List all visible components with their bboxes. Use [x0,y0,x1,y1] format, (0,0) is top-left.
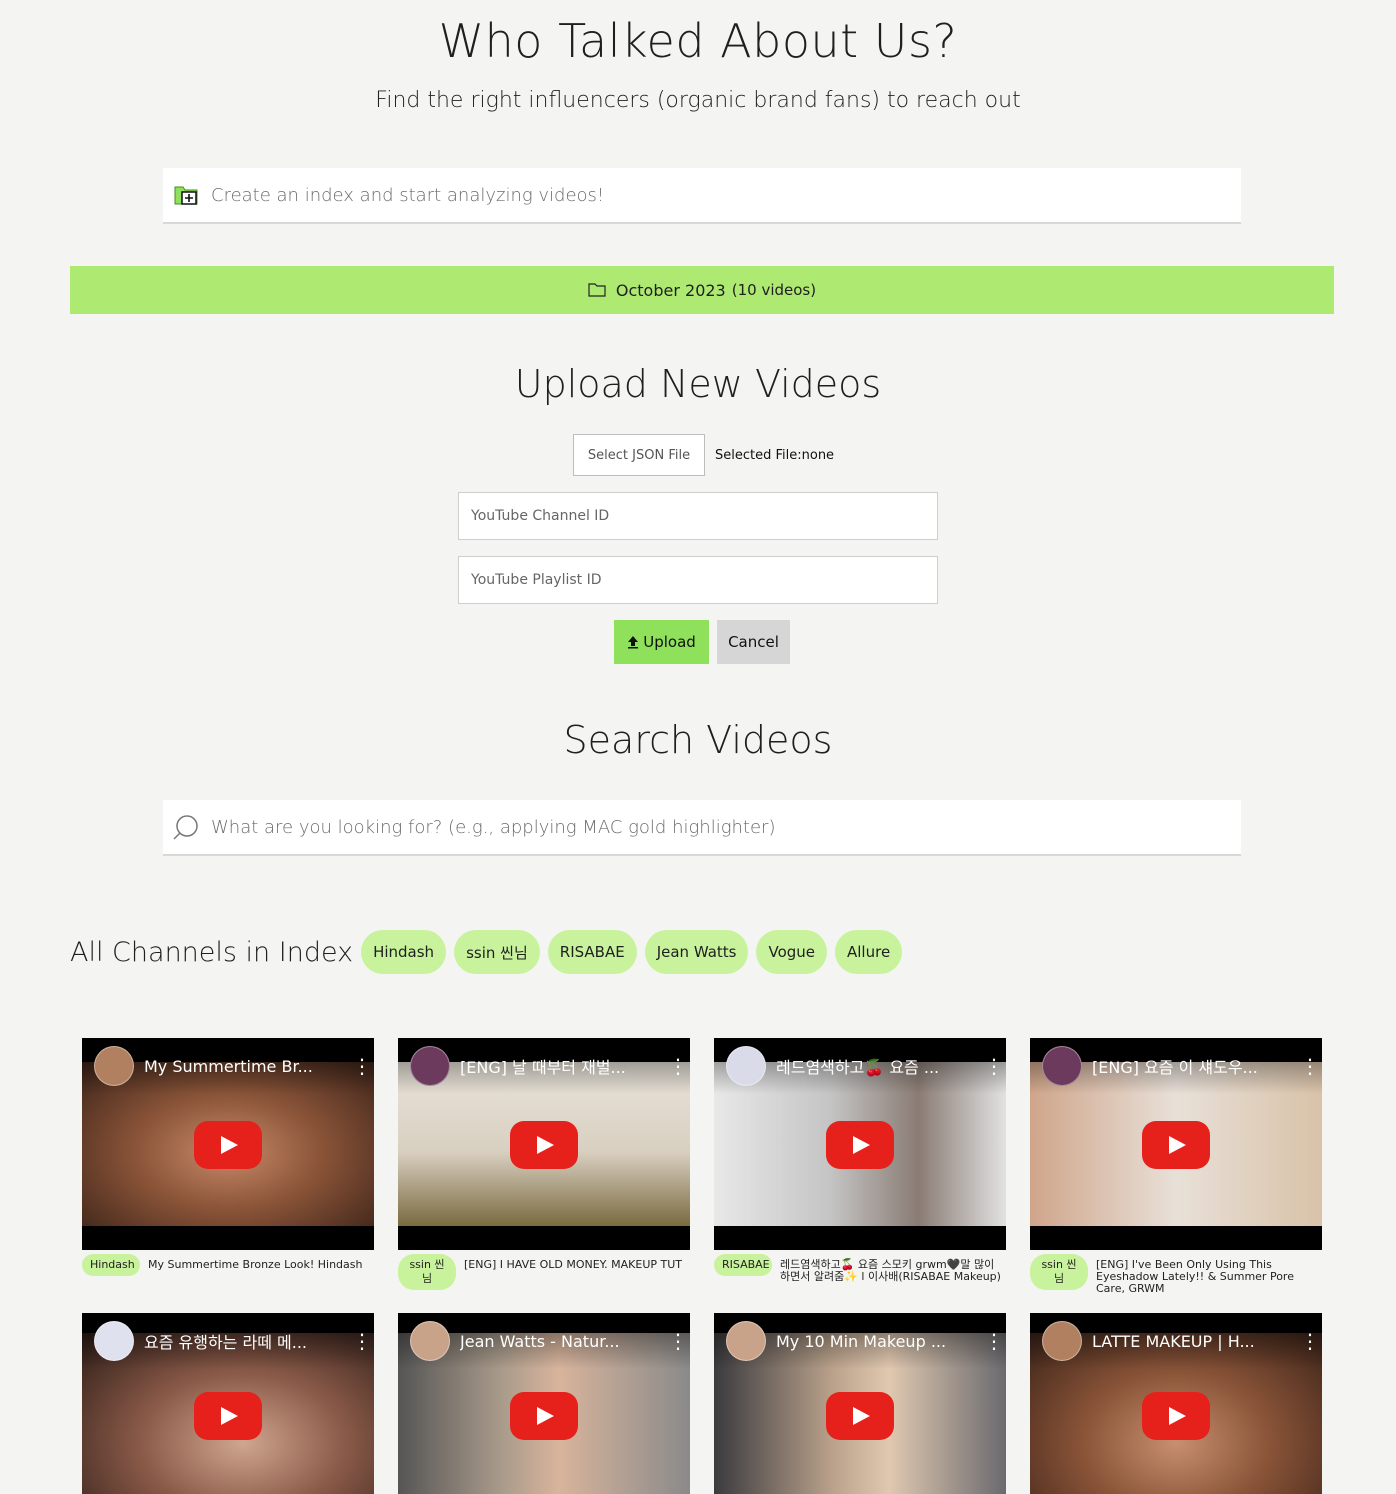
channel-avatar [726,1046,766,1086]
channel-avatar [94,1321,134,1361]
channel-avatar [410,1046,450,1086]
video-title: [ENG] 날 때부터 재벌... [460,1058,626,1077]
play-button-icon[interactable] [194,1121,262,1169]
video-player[interactable]: 레드염색하고🍒 요즘 ... ⋮ [714,1038,1006,1250]
video-meta: RISABAE 레드염색하고🍒 요즘 스모키 grwm🖤말 많이 하면서 알려줌… [714,1254,1006,1283]
selected-file-label: Selected File:none [715,447,835,463]
more-options-icon[interactable]: ⋮ [668,1056,688,1076]
cancel-button[interactable]: Cancel [717,620,790,664]
play-button-icon[interactable] [1142,1121,1210,1169]
video-title: My 10 Min Makeup ... [776,1331,947,1351]
video-header: My 10 Min Makeup ... ⋮ [714,1313,1006,1369]
channel-chip[interactable]: Hindash [361,930,447,974]
more-options-icon[interactable]: ⋮ [352,1056,372,1076]
channel-avatar [410,1321,450,1361]
video-title: My Summertime Br... [144,1056,313,1076]
video-channel-chip[interactable]: ssin 씬님 [1030,1254,1088,1290]
video-header: [ENG] 날 때부터 재벌... ⋮ [398,1038,690,1094]
search-placeholder: What are you looking for? (e.g., applyin… [211,816,776,838]
video-card: My Summertime Br... ⋮ Hindash My Summert… [82,1038,374,1276]
video-header: My Summertime Br... ⋮ [82,1038,374,1094]
play-button-icon[interactable] [826,1121,894,1169]
folder-plus-icon [174,186,198,205]
video-card: 레드염색하고🍒 요즘 ... ⋮ RISABAE 레드염색하고🍒 요즘 스모키 … [714,1038,1006,1283]
video-title: 레드염색하고🍒 요즘 ... [776,1058,940,1077]
video-title: 요즘 유행하는 라떼 메... [144,1333,307,1352]
channels-title: All Channels in Index [70,936,354,968]
upload-arrow-icon [628,636,639,649]
channel-chip[interactable]: Vogue [756,930,827,974]
video-channel-chip[interactable]: Hindash [82,1254,140,1276]
video-player[interactable]: My Summertime Br... ⋮ [82,1038,374,1250]
more-options-icon[interactable]: ⋮ [1300,1056,1320,1076]
video-player[interactable]: [ENG] 날 때부터 재벌... ⋮ [398,1038,690,1250]
file-select-row: Select JSON File Selected File:none [573,434,834,476]
more-options-icon[interactable]: ⋮ [668,1331,688,1351]
upload-button-label: Upload [643,633,696,651]
search-input[interactable]: What are you looking for? (e.g., applyin… [163,800,1241,856]
video-header: [ENG] 요즘 이 섀도우... ⋮ [1030,1038,1322,1094]
channel-avatar [726,1321,766,1361]
channels-row: All Channels in Index Hindash ssin 씬님 RI… [70,930,910,974]
create-index-input[interactable]: Create an index and start analyzing vide… [163,168,1241,224]
page-title: Who Talked About Us? [438,14,958,68]
video-channel-chip[interactable]: RISABAE [714,1254,772,1276]
channel-avatar [1042,1046,1082,1086]
select-json-file-button[interactable]: Select JSON File [573,434,705,476]
index-name: October 2023 [615,280,726,300]
current-index-banner[interactable]: October 2023 (10 videos) [70,266,1334,314]
video-header: LATTE MAKEUP | H... ⋮ [1030,1313,1322,1369]
video-player[interactable]: My 10 Min Makeup ... ⋮ [714,1313,1006,1494]
play-button-icon[interactable] [194,1392,262,1440]
video-meta: ssin 씬님 [ENG] I've Been Only Using This … [1030,1254,1322,1295]
search-section-title: Search Videos [563,718,833,762]
create-index-placeholder: Create an index and start analyzing vide… [211,184,605,206]
more-options-icon[interactable]: ⋮ [984,1331,1004,1351]
channel-chip[interactable]: RISABAE [547,930,637,974]
channel-avatar [1042,1321,1082,1361]
video-header: 요즘 유행하는 라떼 메... ⋮ [82,1313,374,1369]
search-icon [173,815,198,840]
video-player[interactable]: [ENG] 요즘 이 섀도우... ⋮ [1030,1038,1322,1250]
video-header: Jean Watts - Natur... ⋮ [398,1313,690,1369]
more-options-icon[interactable]: ⋮ [1300,1331,1320,1351]
video-card: [ENG] 날 때부터 재벌... ⋮ ssin 씬님 [ENG] I HAVE… [398,1038,690,1290]
video-title: [ENG] 요즘 이 섀도우... [1092,1058,1258,1077]
play-button-icon[interactable] [510,1121,578,1169]
channel-chip[interactable]: Allure [835,930,903,974]
video-header: 레드염색하고🍒 요즘 ... ⋮ [714,1038,1006,1094]
index-video-count: (10 videos) [731,281,817,299]
video-card: 요즘 유행하는 라떼 메... ⋮ [82,1313,374,1494]
video-player[interactable]: 요즘 유행하는 라떼 메... ⋮ [82,1313,374,1494]
video-player[interactable]: Jean Watts - Natur... ⋮ [398,1313,690,1494]
video-meta: Hindash My Summertime Bronze Look! Hinda… [82,1254,374,1276]
video-meta: ssin 씬님 [ENG] I HAVE OLD MONEY. MAKEUP T… [398,1254,690,1290]
channel-chip[interactable]: ssin 씬님 [454,930,540,974]
folder-icon [588,283,606,297]
more-options-icon[interactable]: ⋮ [984,1056,1004,1076]
channel-avatar [94,1046,134,1086]
youtube-playlist-id-input[interactable] [458,556,938,604]
upload-section-title: Upload New Videos [514,362,882,406]
video-card: LATTE MAKEUP | H... ⋮ [1030,1313,1322,1494]
more-options-icon[interactable]: ⋮ [352,1331,372,1351]
video-description: My Summertime Bronze Look! Hindash [148,1258,363,1271]
video-description: 레드염색하고🍒 요즘 스모키 grwm🖤말 많이 하면서 알려줌✨ l 이사배(… [780,1258,1001,1283]
video-player[interactable]: LATTE MAKEUP | H... ⋮ [1030,1313,1322,1494]
video-card: Jean Watts - Natur... ⋮ [398,1313,690,1494]
video-card: [ENG] 요즘 이 섀도우... ⋮ ssin 씬님 [ENG] I've B… [1030,1038,1322,1295]
video-title: Jean Watts - Natur... [460,1331,620,1351]
play-button-icon[interactable] [1142,1392,1210,1440]
youtube-channel-id-input[interactable] [458,492,938,540]
video-description: [ENG] I HAVE OLD MONEY. MAKEUP TUT [464,1258,683,1271]
video-card: My 10 Min Makeup ... ⋮ [714,1313,1006,1494]
play-button-icon[interactable] [826,1392,894,1440]
page-subtitle: Find the right influencers (organic bran… [375,88,1021,113]
play-button-icon[interactable] [510,1392,578,1440]
video-channel-chip[interactable]: ssin 씬님 [398,1254,456,1290]
channel-chip[interactable]: Jean Watts [644,930,749,974]
upload-button[interactable]: Upload [614,620,709,664]
video-description: [ENG] I've Been Only Using This Eyeshado… [1096,1258,1294,1295]
video-title: LATTE MAKEUP | H... [1092,1331,1255,1351]
